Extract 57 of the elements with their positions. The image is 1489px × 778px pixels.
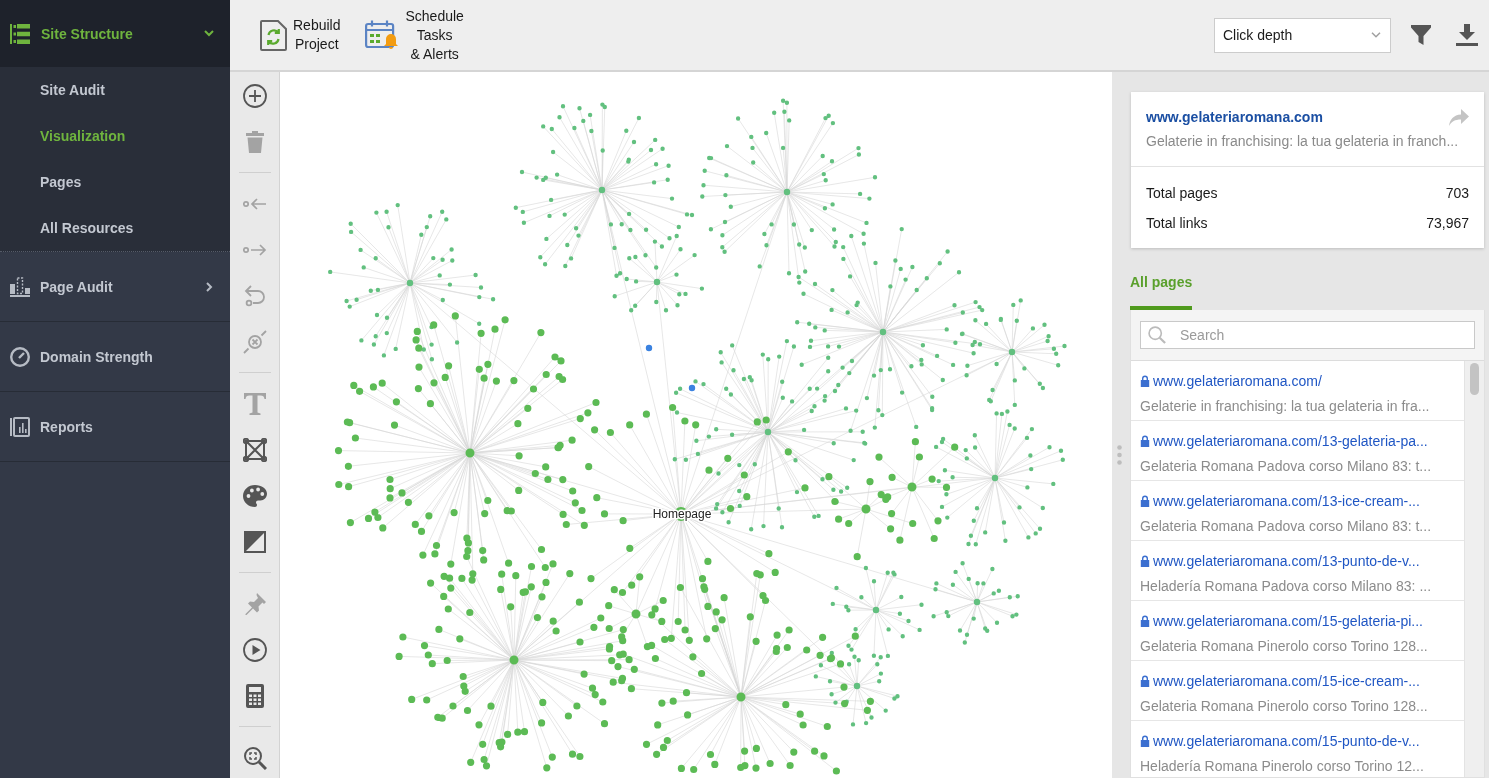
site-url-link[interactable]: www.gelateriaromana.com	[1146, 109, 1323, 125]
scrollbar-thumb[interactable]	[1470, 363, 1479, 395]
contrast-icon[interactable]	[243, 531, 266, 553]
search-field[interactable]: Search	[1140, 321, 1475, 349]
page-url-link[interactable]: www.gelateriaromana.com/15-gelateria-pi...	[1153, 611, 1423, 631]
page-title: Gelateria Romana Pinerolo corso Torino 128...	[1140, 637, 1429, 656]
stat-label: Total pages	[1146, 185, 1218, 201]
page-title: Gelateria Romana Pinerolo corso Torino 128...	[1140, 697, 1429, 716]
sidebar-item[interactable]: Pages	[0, 159, 230, 205]
page-list-item[interactable]: www.gelateriaromana.com/15-punto-de-v... Heladería Romana Pinerolo corso Torino 12...	[1131, 721, 1464, 777]
bar-chart-icon	[10, 276, 30, 297]
calculator-icon[interactable]	[245, 684, 264, 708]
page-url-link[interactable]: www.gelateriaromana.com/13-gelateria-pa...	[1153, 431, 1428, 451]
search-icon	[1148, 326, 1166, 344]
report-icon	[10, 416, 30, 437]
node-frame-icon[interactable]	[242, 438, 267, 462]
page-list-item[interactable]: www.gelateriaromana.com/13-punto-de-v... Heladería Romana Padova corso Milano 83: ...	[1131, 541, 1464, 601]
zoom-icon[interactable]	[242, 746, 267, 770]
filter-icon[interactable]	[1411, 25, 1431, 45]
sidebar-item[interactable]: Visualization	[0, 113, 230, 159]
page-title: Gelaterie in franchising: la tua gelateria in fra...	[1140, 397, 1431, 416]
page-list-item[interactable]: www.gelateriaromana.com/15-ice-cream-... Gelateria Romana Pinerolo corso Torino 128...	[1131, 661, 1464, 721]
schedule-button[interactable]: Schedule Tasks & Alerts	[365, 6, 464, 64]
view-dropdown[interactable]: Click depth	[1214, 17, 1391, 53]
sidebar-item[interactable]: Site Audit	[0, 67, 230, 113]
calendar-bell-icon	[365, 19, 400, 51]
page-list-item[interactable]: www.gelateriaromana.com/13-gelateria-pa... Gelateria Romana Padova corso Milano 83: t...	[1131, 421, 1464, 481]
page-list-item[interactable]: www.gelateriaromana.com/15-gelateria-pi... Gelateria Romana Pinerolo corso Torino 128...	[1131, 601, 1464, 661]
page-url-link[interactable]: www.gelateriaromana.com/15-punto-de-v...	[1153, 731, 1420, 751]
page-title: Gelateria Romana Padova corso Milano 83: t...	[1140, 517, 1433, 536]
add-icon[interactable]	[242, 84, 267, 108]
chevron-down-icon	[1371, 32, 1381, 38]
document-refresh-icon	[260, 19, 287, 51]
share-icon[interactable]	[1449, 108, 1469, 126]
page-list-item[interactable]: www.gelateriaromana.com/ Gelaterie in franchising: la tua gelateria in fra...	[1131, 361, 1464, 421]
page-url-link[interactable]: www.gelateriaromana.com/13-punto-de-v...	[1153, 551, 1420, 571]
hierarchy-icon	[10, 23, 30, 44]
site-description: Gelaterie in franchising: la tua gelateria in franch...	[1146, 132, 1460, 150]
gauge-icon	[10, 346, 30, 367]
page-list-item[interactable]: www.gelateriaromana.com/13-ice-cream-... Gelateria Romana Padova corso Milano 83: t...	[1131, 481, 1464, 541]
nav-section-button[interactable]: Site Structure	[0, 0, 230, 67]
play-icon[interactable]	[242, 638, 267, 662]
stat-value: 703	[1445, 185, 1469, 201]
stat-value: 73,967	[1426, 215, 1469, 231]
page-title: Gelateria Romana Padova corso Milano 83: t...	[1140, 457, 1433, 476]
rebuild-button[interactable]: Rebuild Project	[260, 16, 341, 54]
stat-label: Total links	[1146, 215, 1208, 231]
download-icon[interactable]	[1456, 24, 1478, 46]
page-url-link[interactable]: www.gelateriaromana.com/	[1153, 371, 1322, 391]
page-title: Heladería Romana Pinerolo corso Torino 12...	[1140, 757, 1425, 776]
drag-handle-icon[interactable]	[1117, 445, 1122, 465]
palette-icon[interactable]	[242, 484, 267, 508]
page-url-link[interactable]: www.gelateriaromana.com/15-ice-cream-...	[1153, 671, 1420, 691]
page-url-link[interactable]: www.gelateriaromana.com/13-ice-cream-...	[1153, 491, 1420, 511]
scrollbar-track[interactable]	[1464, 361, 1484, 777]
sidebar-item[interactable]: All Resources	[0, 205, 230, 251]
page-title: Heladería Romana Padova corso Milano 83: ...	[1140, 577, 1433, 596]
